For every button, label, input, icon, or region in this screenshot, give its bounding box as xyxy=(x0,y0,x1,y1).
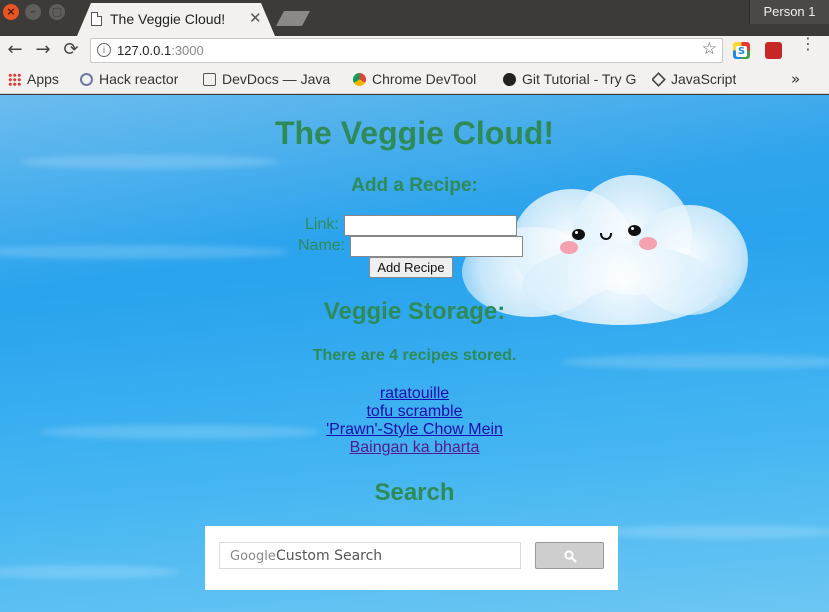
address-bar[interactable]: i 127.0.0.1:3000 ☆ xyxy=(90,38,723,63)
bookmark-label: JavaScript xyxy=(671,71,737,87)
profile-button[interactable]: Person 1 xyxy=(749,0,829,24)
sky-streak xyxy=(600,525,829,539)
site-info-icon[interactable]: i xyxy=(97,43,111,57)
bookmark-apps[interactable]: Apps xyxy=(8,71,59,87)
extension-s-icon[interactable]: S xyxy=(733,42,750,59)
window-maximize-button[interactable]: ▢ xyxy=(49,4,65,20)
tab-title: The Veggie Cloud! xyxy=(110,11,226,27)
custom-search-box: Google Custom Search xyxy=(205,526,618,590)
new-tab-button[interactable] xyxy=(276,11,310,26)
search-icon xyxy=(564,550,577,563)
apps-grid-icon xyxy=(8,73,21,86)
page-favicon-icon xyxy=(91,12,102,26)
bookmark-chrome-devtools[interactable]: Chrome DevTool xyxy=(353,71,489,87)
add-recipe-button[interactable]: Add Recipe xyxy=(369,257,453,278)
github-icon xyxy=(503,73,516,86)
chrome-icon xyxy=(353,73,366,86)
google-brand-text: Google xyxy=(230,549,276,564)
recipe-link[interactable]: Baingan ka bharta xyxy=(0,439,829,457)
sky-streak xyxy=(20,155,280,169)
browser-tab-strip: × – ▢ The Veggie Cloud! ✕ Person 1 xyxy=(0,0,829,36)
recipe-list: ratatouille tofu scramble 'Prawn'-Style … xyxy=(0,385,829,457)
browser-tab[interactable]: The Veggie Cloud! ✕ xyxy=(77,3,275,36)
javascript-icon xyxy=(652,72,666,87)
name-row: Name: xyxy=(298,237,345,255)
link-row: Link: xyxy=(305,216,339,234)
search-input[interactable]: Google Custom Search xyxy=(219,542,521,569)
bookmark-label: Git Tutorial - Try G xyxy=(522,71,637,87)
bookmark-label: DevDocs — Java xyxy=(222,71,331,87)
name-label: Name: xyxy=(298,237,346,254)
cloud-left-blush xyxy=(560,241,578,254)
bookmark-git-tutorial[interactable]: Git Tutorial - Try G xyxy=(503,71,638,87)
page-title: The Veggie Cloud! xyxy=(274,115,555,151)
recipe-link[interactable]: ratatouille xyxy=(0,385,829,403)
page-viewport: The Veggie Cloud! Add a Recipe: Link: Na… xyxy=(0,95,829,612)
url-host: 127.0.0.1 xyxy=(117,43,172,58)
hack-reactor-icon xyxy=(80,73,93,86)
bookmark-hack-reactor[interactable]: Hack reactor xyxy=(80,71,178,87)
url-port: :3000 xyxy=(171,43,204,58)
link-label: Link: xyxy=(305,216,339,233)
extension-red-icon[interactable] xyxy=(765,42,782,59)
add-recipe-heading: Add a Recipe: xyxy=(351,175,478,196)
devdocs-icon xyxy=(203,73,216,86)
recipe-count: There are 4 recipes stored. xyxy=(312,347,517,364)
bookmark-devdocs[interactable]: DevDocs — Java xyxy=(203,71,339,87)
window-close-button[interactable]: × xyxy=(3,4,19,20)
tab-close-icon[interactable]: ✕ xyxy=(249,9,262,27)
recipe-link[interactable]: tofu scramble xyxy=(0,403,829,421)
search-heading: Search xyxy=(374,479,455,506)
bookmark-javascript[interactable]: JavaScript xyxy=(652,71,736,87)
bookmark-label: Chrome DevTool xyxy=(372,71,477,87)
forward-arrow-icon[interactable]: → xyxy=(32,39,54,61)
extension-s-label: S xyxy=(735,46,748,57)
reload-icon[interactable]: ⟳ xyxy=(60,39,82,61)
cloud-right-eye xyxy=(628,225,641,236)
storage-heading: Veggie Storage: xyxy=(323,298,506,325)
bookmark-star-icon[interactable]: ☆ xyxy=(702,39,717,59)
url-text[interactable]: 127.0.0.1:3000 xyxy=(117,43,204,58)
bookmarks-overflow-icon[interactable]: » xyxy=(791,70,800,88)
link-input[interactable] xyxy=(344,215,517,236)
sky-streak xyxy=(0,565,180,579)
search-button[interactable] xyxy=(535,542,604,569)
bookmarks-bar: Apps Hack reactor DevDocs — Java Chrome … xyxy=(0,66,829,94)
window-minimize-button[interactable]: – xyxy=(25,4,41,20)
bookmark-label: Apps xyxy=(27,71,59,87)
sky-streak xyxy=(0,245,290,259)
name-input[interactable] xyxy=(350,236,523,257)
search-placeholder: Custom Search xyxy=(276,548,383,564)
browser-menu-icon[interactable]: ⋮ xyxy=(800,36,816,52)
browser-toolbar: ← → ⟳ i 127.0.0.1:3000 ☆ S ⋮ xyxy=(0,36,829,66)
cloud-right-blush xyxy=(639,237,657,250)
back-arrow-icon[interactable]: ← xyxy=(4,39,26,61)
cloud-left-eye xyxy=(572,229,585,240)
bookmark-label: Hack reactor xyxy=(99,71,179,87)
recipe-link[interactable]: 'Prawn'-Style Chow Mein xyxy=(0,421,829,439)
